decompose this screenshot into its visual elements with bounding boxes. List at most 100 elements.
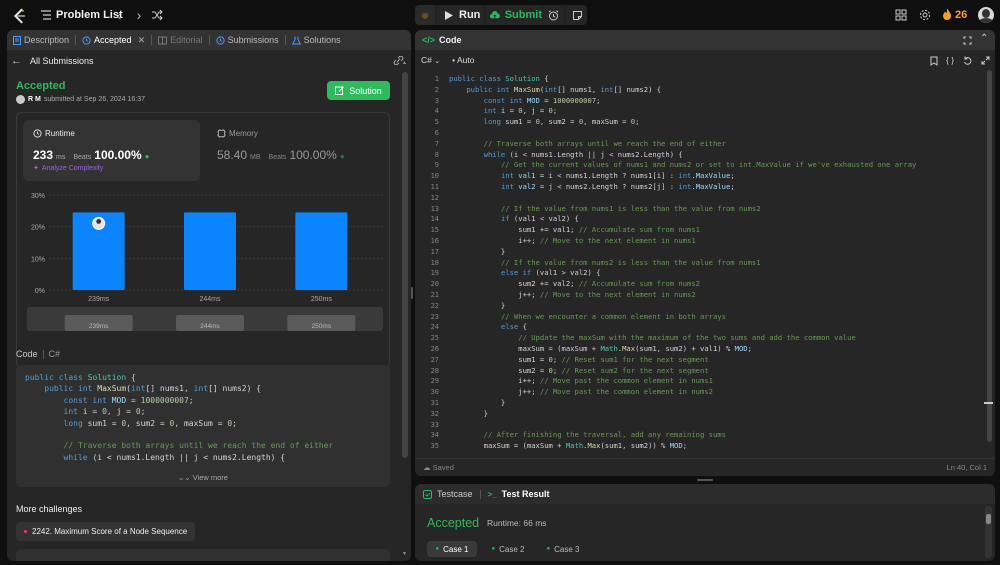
note-icon[interactable] bbox=[567, 5, 587, 25]
chevron-down-icon: ⌄⌄ bbox=[178, 473, 191, 482]
user-avatar-small bbox=[16, 95, 25, 104]
fire-icon bbox=[943, 8, 951, 20]
layout-grid-icon[interactable] bbox=[895, 9, 907, 21]
alarm-clock-icon[interactable] bbox=[543, 5, 563, 25]
x-tick-label: 244ms bbox=[199, 296, 221, 303]
language-select[interactable]: C# ⌄ bbox=[421, 55, 440, 65]
all-submissions-label: All Submissions bbox=[30, 56, 94, 66]
collapse-chevron-icon[interactable]: ⌃ bbox=[980, 33, 988, 44]
runtime-card[interactable]: Runtime 233 ms Beats 100.00% ● ✦ Analyze… bbox=[23, 120, 200, 181]
x-tick-label: 250ms bbox=[311, 296, 333, 303]
shuffle-icon[interactable] bbox=[151, 9, 163, 21]
run-button[interactable]: Run bbox=[437, 5, 483, 25]
settings-gear-icon[interactable] bbox=[919, 9, 931, 21]
editor-status-bar: ☁ Saved Ln 40, Col 1 bbox=[415, 458, 995, 476]
memory-card[interactable]: Memory 58.40 MB Beats 100.00% ● bbox=[209, 120, 386, 181]
history-icon bbox=[82, 35, 91, 45]
solutions-flask-icon bbox=[291, 36, 301, 44]
bookmark-icon[interactable] bbox=[930, 56, 938, 66]
case-3-label: Case 3 bbox=[554, 544, 580, 554]
code-editor-panel: </> Code ⌃ C# ⌄ • Auto { } 1 2 3 4 5 6 7… bbox=[415, 30, 995, 476]
expand-icon[interactable] bbox=[981, 56, 990, 65]
analyze-complexity-label: Analyze Complexity bbox=[41, 164, 104, 172]
case-1-button[interactable]: ● Case 1 bbox=[427, 541, 477, 557]
clock-icon bbox=[33, 129, 42, 138]
minimap-label: 250ms bbox=[312, 323, 332, 330]
chart-bar bbox=[184, 212, 236, 290]
memory-value: 58.40 bbox=[217, 148, 248, 162]
code-editor-header: </> Code ⌃ bbox=[415, 30, 995, 50]
editorial-book-icon bbox=[158, 36, 168, 44]
left-scrollbar[interactable] bbox=[402, 72, 408, 458]
tab-solutions[interactable]: Solutions bbox=[286, 30, 347, 50]
tab-test-result[interactable]: >_ Test Result bbox=[488, 489, 550, 499]
tab-submissions-label: Submissions bbox=[227, 35, 279, 45]
streak-counter[interactable]: 26 bbox=[942, 8, 967, 21]
tab-submissions[interactable]: Submissions bbox=[210, 30, 285, 50]
scroll-up-icon[interactable]: ▲ bbox=[402, 60, 407, 66]
scroll-down-icon[interactable]: ▼ bbox=[402, 551, 407, 557]
editor-toolbar: C# ⌄ • Auto bbox=[421, 55, 475, 65]
problem-list-icon[interactable] bbox=[40, 9, 52, 21]
user-marker-avatar-head bbox=[96, 219, 102, 224]
saved-status: ☁ Saved bbox=[423, 463, 454, 472]
code-section-title: Code bbox=[16, 349, 38, 359]
beats-badge-icon: ● bbox=[144, 152, 150, 161]
runtime-beats-label: Beats bbox=[73, 154, 92, 161]
chart-bar bbox=[295, 212, 348, 290]
submit-label: Submit bbox=[504, 9, 542, 21]
user-avatar[interactable] bbox=[978, 7, 994, 23]
debug-icon[interactable] bbox=[415, 5, 435, 25]
tab-accepted[interactable]: Accepted ✕ bbox=[76, 30, 151, 50]
scroll-position-marker bbox=[984, 402, 993, 404]
runtime-beats-value: 100.00% bbox=[94, 148, 142, 162]
analyze-complexity-link[interactable]: ✦ Analyze Complexity bbox=[33, 164, 104, 173]
minimap-label: 239ms bbox=[89, 323, 109, 330]
format-braces-icon[interactable]: { } bbox=[946, 55, 954, 65]
editor-scrollbar[interactable] bbox=[987, 70, 992, 442]
tab-editorial[interactable]: Editorial bbox=[152, 30, 209, 50]
memory-unit: MB bbox=[250, 154, 261, 161]
case-3-button[interactable]: ● Case 3 bbox=[538, 541, 588, 557]
submitter-name[interactable]: R M bbox=[28, 96, 41, 103]
maximize-icon[interactable] bbox=[963, 36, 972, 45]
code-editor-title: Code bbox=[439, 35, 462, 45]
more-challenges-title: More challenges bbox=[16, 504, 83, 514]
cloud-upload-icon bbox=[490, 11, 500, 19]
leetcode-logo-icon[interactable] bbox=[10, 7, 28, 25]
code-editor-content[interactable]: public class Solution { public int MaxSu… bbox=[449, 74, 916, 452]
runtime-title: Runtime bbox=[45, 129, 75, 138]
submit-button[interactable]: Submit bbox=[486, 5, 542, 25]
all-submissions-link[interactable]: ← All Submissions bbox=[11, 55, 94, 67]
close-tab-icon[interactable]: ✕ bbox=[138, 35, 146, 46]
auto-mode-select[interactable]: • Auto bbox=[452, 55, 474, 65]
comment-box[interactable] bbox=[16, 549, 390, 561]
case-2-button[interactable]: ● Case 2 bbox=[483, 541, 533, 557]
memory-beats-label: Beats bbox=[268, 154, 287, 161]
tab-test-result-label: Test Result bbox=[501, 489, 550, 499]
checkbox-icon bbox=[423, 489, 432, 499]
challenge-title: 2242. Maximum Score of a Node Sequence bbox=[32, 527, 188, 536]
prev-problem-icon[interactable]: ‹ bbox=[111, 6, 127, 24]
terminal-icon: >_ bbox=[487, 489, 497, 499]
pass-dot: ● bbox=[435, 546, 440, 552]
challenge-chip[interactable]: 2242. Maximum Score of a Node Sequence bbox=[16, 522, 196, 541]
solution-button[interactable]: Solution bbox=[327, 81, 390, 100]
solution-button-label: Solution bbox=[349, 85, 382, 96]
submitted-code-preview: public class Solution { public int MaxSu… bbox=[16, 365, 390, 487]
panel-resize-handle[interactable] bbox=[411, 287, 413, 299]
test-result-runtime: Runtime: 66 ms bbox=[487, 518, 547, 528]
test-panel-scroll-thumb[interactable] bbox=[986, 514, 991, 524]
submitted-time: submitted at Sep 26, 2024 16:37 bbox=[43, 96, 146, 103]
vertical-resize-handle[interactable] bbox=[697, 479, 713, 481]
tab-testcase[interactable]: Testcase bbox=[423, 489, 473, 499]
edit-pencil-icon bbox=[335, 86, 345, 95]
tab-description[interactable]: Description bbox=[7, 30, 75, 50]
runtime-distribution-chart: 30% 20% 10% 0% 239ms 244ms 250ms 239ms 244ms 250m… bbox=[27, 193, 383, 331]
y-tick-label: 10% bbox=[31, 256, 45, 263]
view-more-button[interactable]: ⌄⌄ View more bbox=[16, 473, 390, 482]
code-bracket-icon: </> bbox=[422, 35, 436, 45]
code-preview-text: public class Solution { public int MaxSu… bbox=[25, 373, 334, 462]
reset-icon[interactable] bbox=[963, 56, 972, 65]
next-problem-icon[interactable]: › bbox=[131, 6, 147, 24]
